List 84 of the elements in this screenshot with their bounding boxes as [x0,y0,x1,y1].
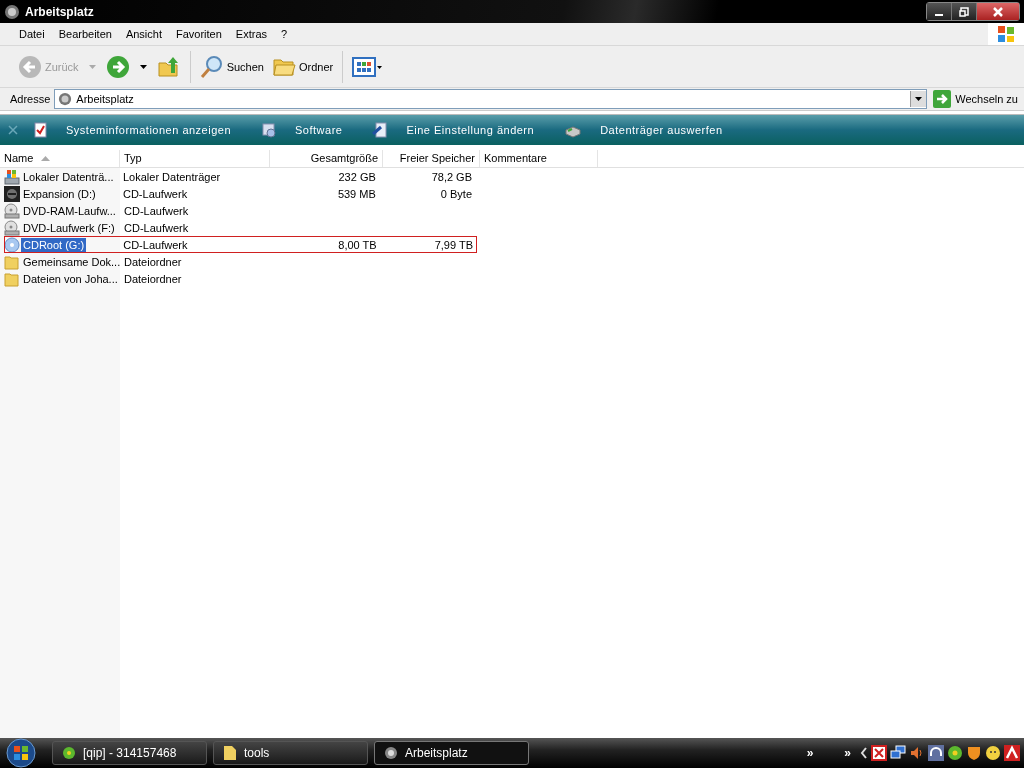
restore-button[interactable] [952,3,977,20]
search-button[interactable]: Suchen [197,52,266,81]
column-header[interactable]: Kommentare [480,150,598,167]
table-cell-text: CD-Laufwerk [123,221,190,234]
file-name[interactable]: DVD-Laufwerk (F:) [21,220,117,235]
table-cell-text: 78,2 GB [430,170,473,183]
arrow-right-icon [933,90,952,108]
arrow-left-icon [18,54,42,79]
computer-icon [58,92,73,106]
caret-icon[interactable] [915,97,923,101]
task-link[interactable]: Datenträger auswerfen [564,122,723,138]
table-cell-text: 7,99 TB [433,238,474,251]
views-button[interactable] [350,54,385,79]
task-link[interactable]: Systeminformationen anzeigen [32,122,232,138]
task-link[interactable]: Software [261,122,343,138]
search-icon [199,54,224,79]
task-link[interactable]: Eine Einstellung ändern [372,122,535,138]
windows-logo-icon [988,23,1024,45]
computer-icon [4,3,20,20]
views-icon [352,56,383,77]
close-button[interactable] [977,3,1019,20]
column-header[interactable]: Typ [120,150,270,167]
table-cell-text: 539 MB [336,187,377,200]
minimize-button[interactable] [927,3,952,20]
menu-item[interactable]: Ansicht [118,28,169,40]
table-cell-text: Dateiordner [123,255,183,268]
column-header[interactable]: Gesamtgröße [270,150,383,167]
column-header[interactable]: Name [0,150,120,167]
table-cell-text: Dateiordner [123,272,183,285]
menu-item[interactable]: ? [274,28,295,40]
software-icon [261,122,278,138]
drive-icon [4,219,20,236]
shield-icon[interactable] [966,745,982,761]
sort-arrow-icon [41,156,51,161]
file-name[interactable]: Gemeinsame Dok... [21,254,123,269]
drive-icon [4,168,20,185]
close-icon [992,5,1004,18]
show-more-button[interactable]: » [806,746,814,760]
table-cell-text: 8,00 TB [337,238,378,251]
speaker-icon[interactable] [909,745,925,761]
start-button[interactable] [6,738,36,768]
table-cell-text: CD-Laufwerk [123,204,190,217]
menu-item[interactable]: Favoriten [169,28,229,40]
table-cell-text: Lokaler Datenträger [121,170,222,183]
flower-icon [61,745,77,761]
menu-item[interactable]: Bearbeiten [51,28,119,40]
menu-item[interactable]: Extras [228,28,275,40]
go-button[interactable]: Wechseln zu [931,90,1020,108]
table-cell-text: CD-Laufwerk [122,238,189,251]
dropdown-arrow-icon[interactable] [139,64,147,69]
column-header[interactable]: Freier Speicher [383,150,480,167]
address-field[interactable]: Arbeitsplatz [54,89,928,109]
error-icon[interactable] [871,745,887,761]
arrow-left-icon[interactable] [860,747,868,759]
folder-icon [222,745,238,761]
settings-icon [372,122,389,138]
file-name[interactable]: Expansion (D:) [21,186,98,201]
taskbar-button[interactable]: tools [213,741,368,765]
drive-icon [4,236,20,253]
file-name[interactable]: Lokaler Datenträ... [21,169,116,184]
table-cell-text: 0 Byte [439,187,473,200]
file-name[interactable]: DVD-RAM-Laufw... [21,203,118,218]
address-label: Adresse [10,93,51,105]
table-cell-text: CD-Laufwerk [121,187,189,200]
minimize-icon [935,13,943,16]
taskbar-button[interactable]: [qip] - 314157468 [52,741,207,765]
drive-icon [4,202,20,219]
taskbar-button[interactable]: Arbeitsplatz [374,741,529,765]
folder-icon [4,253,20,270]
show-more-button[interactable]: » [844,746,851,760]
folders-button[interactable]: Ordner [269,52,336,81]
flower-icon[interactable] [947,745,963,761]
computer-icon [383,745,399,761]
restore-icon [958,5,970,18]
folder-icon [4,270,20,287]
window-title: Arbeitsplatz [25,4,94,19]
smiley-icon[interactable] [985,745,1001,761]
document-check-icon [32,122,48,138]
table-cell-text: 232 GB [337,170,377,183]
headphones-icon[interactable] [928,745,944,761]
network-icon[interactable] [890,745,906,761]
file-name[interactable]: Dateien von Joha... [21,271,120,286]
arrow-right-icon [105,54,130,79]
menu-item[interactable]: Datei [12,28,52,40]
